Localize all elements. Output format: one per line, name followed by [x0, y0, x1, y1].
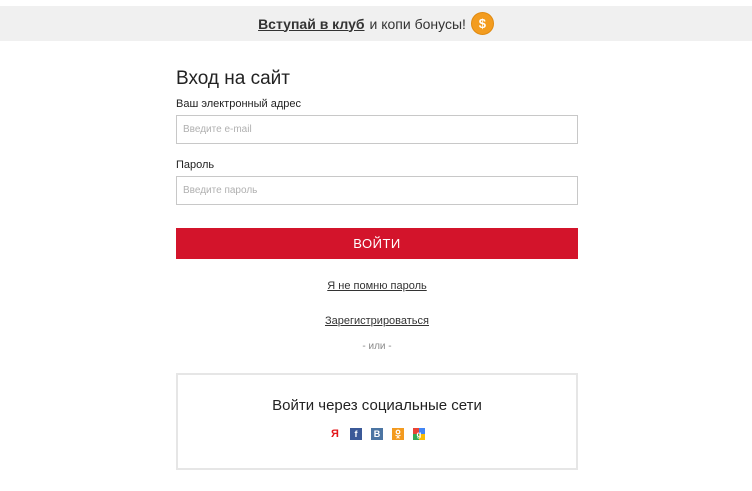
- social-icons: Я f B g: [178, 428, 576, 440]
- google-icon[interactable]: g: [413, 428, 425, 440]
- promo-text: и копи бонусы!: [369, 15, 466, 32]
- or-divider: - или -: [362, 341, 392, 352]
- forgot-password-link[interactable]: Я не помню пароль: [176, 280, 578, 292]
- login-form: Вход на сайт Ваш электронный адрес Парол…: [176, 64, 578, 470]
- social-login-box: Войти через социальные сети Я f B g: [176, 373, 578, 470]
- coin-icon: $: [470, 12, 494, 35]
- password-field[interactable]: [176, 176, 578, 205]
- join-club-link[interactable]: Вступай в клуб: [258, 16, 364, 32]
- odnoklassniki-icon[interactable]: [392, 428, 404, 440]
- vk-icon[interactable]: B: [371, 428, 383, 440]
- promo-banner: Вступай в клуб и копи бонусы! $: [0, 6, 752, 41]
- email-label: Ваш электронный адрес: [176, 98, 301, 110]
- svg-text:g: g: [417, 430, 422, 439]
- password-label: Пароль: [176, 159, 215, 171]
- register-link[interactable]: Зарегистрироваться: [176, 315, 578, 327]
- yandex-icon[interactable]: Я: [329, 428, 341, 440]
- email-field[interactable]: [176, 115, 578, 144]
- social-login-title: Войти через социальные сети: [272, 397, 482, 414]
- facebook-icon[interactable]: f: [350, 428, 362, 440]
- login-button[interactable]: ВОЙТИ: [176, 228, 578, 259]
- page-title: Вход на сайт: [176, 68, 290, 89]
